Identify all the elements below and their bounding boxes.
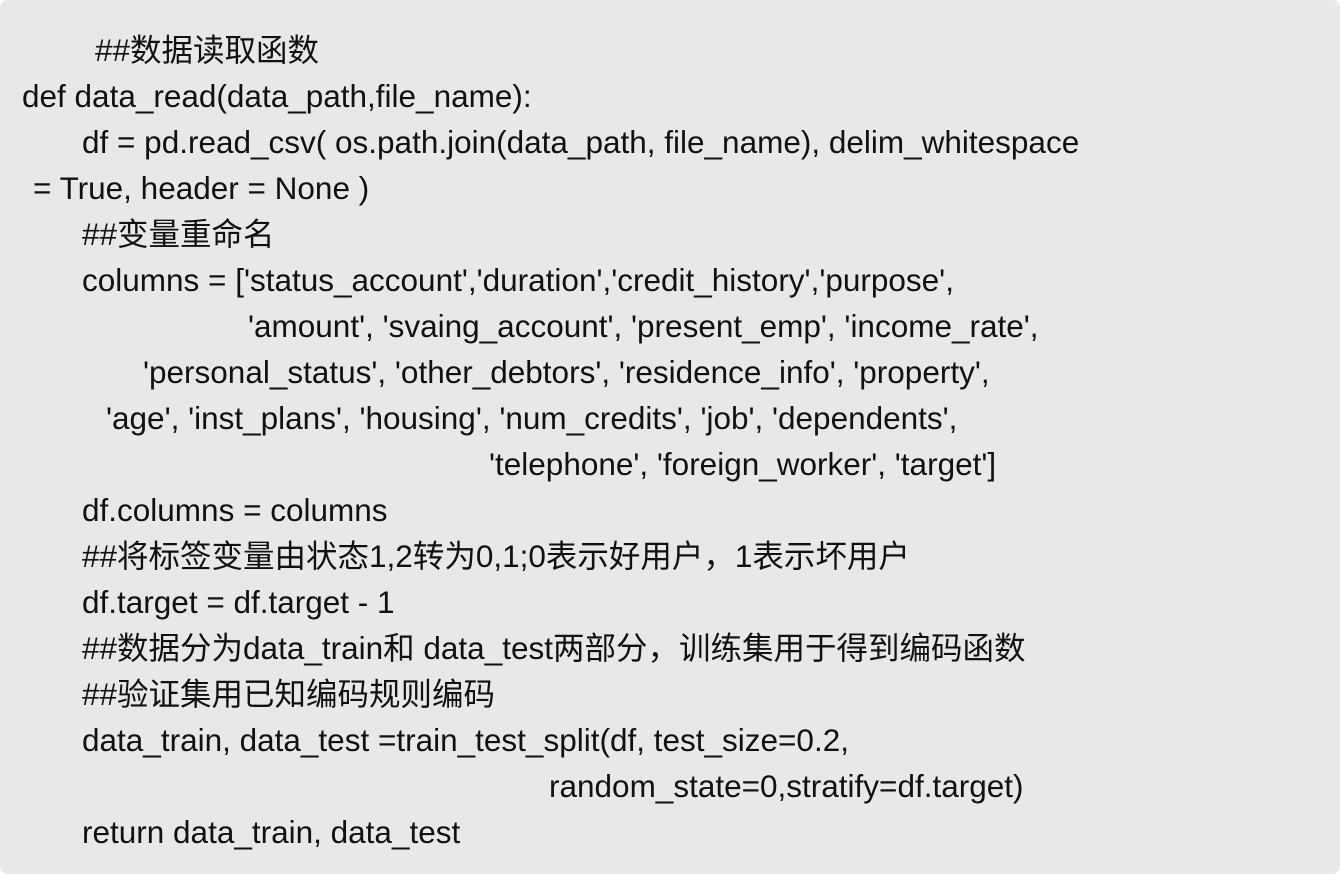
code-line: 'telephone', 'foreign_worker', 'target'] (489, 446, 997, 482)
code-panel: ##数据读取函数 def data_read(data_path,file_na… (0, 0, 1340, 874)
code-line: 'age', 'inst_plans', 'housing', 'num_cre… (106, 400, 958, 436)
code-line: data_train, data_test =train_test_split(… (82, 722, 849, 758)
code-line: columns = ['status_account','duration','… (82, 262, 954, 298)
code-line: random_state=0,stratify=df.target) (549, 768, 1024, 804)
code-comment: ##数据分为data_train和 data_test两部分，训练集用于得到编码… (82, 630, 1026, 666)
code-comment: ##验证集用已知编码规则编码 (82, 676, 496, 712)
code-line: df.columns = columns (82, 492, 388, 528)
code-line: df.target = df.target - 1 (82, 584, 395, 620)
code-comment: ##变量重命名 (82, 216, 275, 252)
code-comment: ##将标签变量由状态1,2转为0,1;0表示好用户，1表示坏用户 (82, 538, 910, 574)
code-line: = True, header = None ) (33, 170, 370, 206)
code-line: def data_read(data_path,file_name): (22, 78, 532, 114)
code-line: df = pd.read_csv( os.path.join(data_path… (82, 124, 1080, 160)
code-line: 'personal_status', 'other_debtors', 'res… (143, 354, 990, 390)
code-comment: ##数据读取函数 (95, 32, 320, 68)
code-line: 'amount', 'svaing_account', 'present_emp… (248, 308, 1039, 344)
code-line: return data_train, data_test (82, 814, 461, 850)
